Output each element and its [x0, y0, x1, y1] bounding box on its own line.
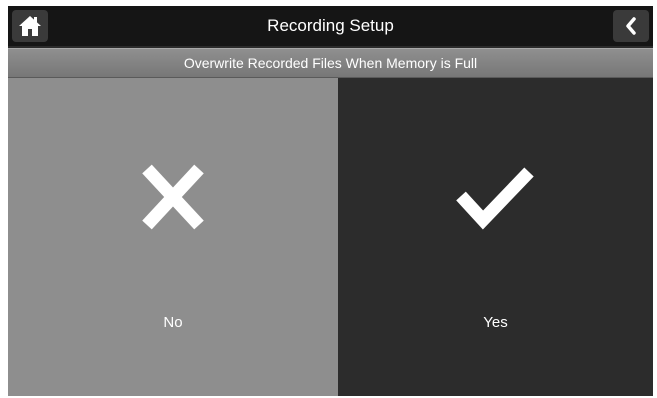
prompt-text: Overwrite Recorded Files When Memory is …: [183, 55, 478, 71]
device-display: Recording Setup Overwrite Recorded Files…: [8, 6, 653, 396]
prompt-bar: Overwrite Recorded Files When Memory is …: [8, 48, 653, 78]
chevron-left-icon: [626, 17, 636, 35]
option-yes-label: Yes: [483, 314, 508, 331]
page-title: Recording Setup: [267, 16, 394, 35]
checkmark-icon: [456, 167, 534, 230]
back-button[interactable]: [613, 10, 649, 42]
option-yes-button[interactable]: Yes: [338, 78, 653, 396]
home-button[interactable]: [12, 10, 48, 42]
top-bar: Recording Setup: [8, 6, 653, 46]
option-no-label: No: [163, 314, 183, 331]
option-no-button[interactable]: No: [8, 78, 338, 396]
screen: Recording Setup Overwrite Recorded Files…: [0, 0, 657, 398]
cross-icon: [142, 164, 204, 230]
home-icon: [19, 16, 41, 36]
